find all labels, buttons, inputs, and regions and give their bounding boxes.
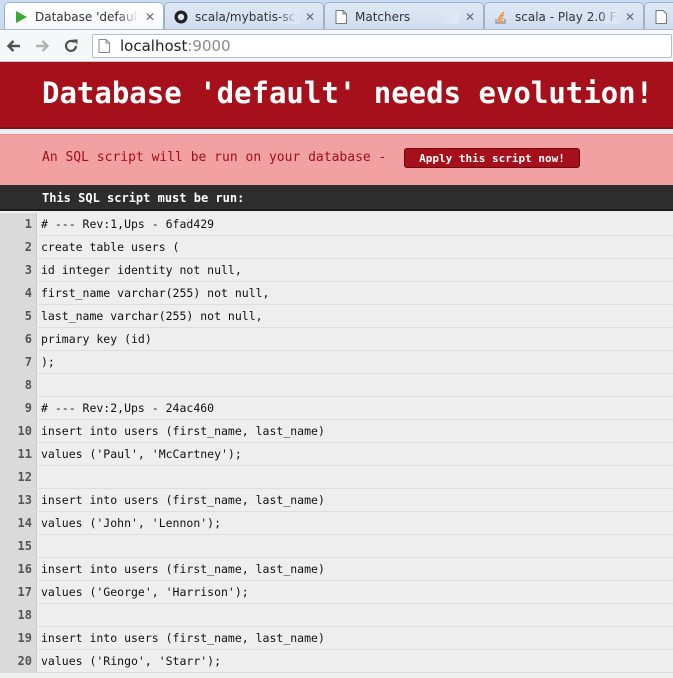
- page-icon: [653, 9, 669, 25]
- code-text: values ('Paul', 'McCartney');: [37, 443, 673, 465]
- code-text: primary key (id): [37, 328, 673, 350]
- reload-button[interactable]: [61, 36, 81, 56]
- line-number: 2: [0, 236, 37, 258]
- tab-stackoverflow[interactable]: scala - Play 2.0 Fake ✕: [484, 2, 644, 29]
- code-text: [37, 535, 673, 557]
- code-text: values ('John', 'Lennon');: [37, 512, 673, 534]
- code-text: insert into users (first_name, last_name…: [37, 558, 673, 580]
- browser-toolbar: localhost:9000: [0, 30, 673, 62]
- code-line: 7);: [0, 351, 673, 374]
- tab-mybatis-scala[interactable]: scala/mybatis-scala ✕: [164, 2, 324, 29]
- code-text: insert into users (first_name, last_name…: [37, 420, 673, 442]
- code-text: [37, 374, 673, 396]
- code-line: 4 first_name varchar(255) not null,: [0, 282, 673, 305]
- address-bar[interactable]: localhost:9000: [92, 34, 672, 58]
- code-line: 13 insert into users (first_name, last_na…: [0, 489, 673, 512]
- code-line: 6 primary key (id): [0, 328, 673, 351]
- back-button[interactable]: [4, 36, 24, 56]
- code-line: 19 insert into users (first_name, last_na…: [0, 627, 673, 650]
- code-line: 3 id integer identity not null,: [0, 259, 673, 282]
- tab-title: scala/mybatis-scala: [195, 9, 299, 24]
- code-line: 12: [0, 466, 673, 489]
- code-text: values ('Ringo', 'Starr');: [37, 650, 673, 672]
- line-number: 11: [0, 443, 37, 465]
- url-port: :9000: [187, 37, 231, 55]
- close-icon[interactable]: ✕: [623, 10, 637, 24]
- code-text: last_name varchar(255) not null,: [37, 305, 673, 327]
- stackoverflow-icon: [493, 9, 509, 25]
- line-number: 5: [0, 305, 37, 327]
- reload-icon: [64, 39, 78, 52]
- apply-message: An SQL script will be run on your databa…: [42, 150, 387, 165]
- line-number: 6: [0, 328, 37, 350]
- line-number: 10: [0, 420, 37, 442]
- code-text: first_name varchar(255) not null,: [37, 282, 673, 304]
- line-number: 13: [0, 489, 37, 511]
- arrow-left-icon: [6, 40, 20, 52]
- code-line: 10 insert into users (first_name, last_na…: [0, 420, 673, 443]
- line-number: 12: [0, 466, 37, 488]
- code-text: create table users (: [37, 236, 673, 258]
- code-line: 16 insert into users (first_name, last_na…: [0, 558, 673, 581]
- line-number: 8: [0, 374, 37, 396]
- line-number: 9: [0, 397, 37, 419]
- code-text: insert into users (first_name, last_name…: [37, 489, 673, 511]
- sql-script: 1 # --- Rev:1,Ups - 6fad429 2 create table …: [0, 213, 673, 673]
- script-header-label: This SQL script must be run:: [42, 191, 245, 205]
- tab-title: scala - Play 2.0 Fake: [515, 9, 619, 24]
- line-number: 20: [0, 650, 37, 672]
- line-number: 16: [0, 558, 37, 580]
- arrow-right-icon: [36, 40, 50, 52]
- line-number: 19: [0, 627, 37, 649]
- code-line: 8: [0, 374, 673, 397]
- line-number: 3: [0, 259, 37, 281]
- tab-database-evolution[interactable]: Database 'default' n ✕: [4, 2, 164, 29]
- code-line: 15: [0, 535, 673, 558]
- page-icon: [98, 38, 114, 54]
- page-icon: [333, 9, 349, 25]
- code-line: 18: [0, 604, 673, 627]
- code-line: 9 # --- Rev:2,Ups - 24ac460: [0, 397, 673, 420]
- apply-script-button[interactable]: Apply this script now!: [404, 148, 580, 168]
- tab-matchers[interactable]: Matchers ✕: [324, 2, 484, 29]
- code-text: id integer identity not null,: [37, 259, 673, 281]
- tab-title: Database 'default' n: [35, 9, 139, 24]
- script-header: This SQL script must be run:: [0, 185, 673, 211]
- apply-bar: An SQL script will be run on your databa…: [0, 134, 673, 185]
- tab-partial[interactable]: W: [644, 2, 673, 29]
- code-text: [37, 466, 673, 488]
- page-title: Database 'default' needs evolution!: [42, 76, 654, 110]
- github-icon: [173, 9, 189, 25]
- code-line: 20 values ('Ringo', 'Starr');: [0, 650, 673, 673]
- code-line: 5 last_name varchar(255) not null,: [0, 305, 673, 328]
- play-icon: [13, 9, 29, 25]
- code-text: insert into users (first_name, last_name…: [37, 627, 673, 649]
- line-number: 17: [0, 581, 37, 603]
- forward-button[interactable]: [32, 36, 52, 56]
- code-line: 2 create table users (: [0, 236, 673, 259]
- tab-strip: Database 'default' n ✕ scala/mybatis-sca…: [0, 0, 673, 30]
- line-number: 15: [0, 535, 37, 557]
- code-text: # --- Rev:1,Ups - 6fad429: [37, 213, 673, 235]
- line-number: 4: [0, 282, 37, 304]
- line-number: 7: [0, 351, 37, 373]
- code-line: 11 values ('Paul', 'McCartney');: [0, 443, 673, 466]
- code-line: 17 values ('George', 'Harrison');: [0, 581, 673, 604]
- close-icon[interactable]: ✕: [143, 10, 157, 24]
- code-text: # --- Rev:2,Ups - 24ac460: [37, 397, 673, 419]
- code-line: 1 # --- Rev:1,Ups - 6fad429: [0, 213, 673, 236]
- code-text: [37, 604, 673, 626]
- close-icon[interactable]: ✕: [303, 10, 317, 24]
- page-content: Database 'default' needs evolution! An S…: [0, 62, 673, 678]
- line-number: 1: [0, 213, 37, 235]
- close-icon[interactable]: ✕: [463, 10, 477, 24]
- url-host: localhost: [120, 37, 188, 55]
- line-number: 14: [0, 512, 37, 534]
- code-text: values ('George', 'Harrison');: [37, 581, 673, 603]
- code-line: 14 values ('John', 'Lennon');: [0, 512, 673, 535]
- evolution-header: Database 'default' needs evolution!: [0, 62, 673, 129]
- code-text: );: [37, 351, 673, 373]
- tab-title: Matchers: [355, 9, 459, 24]
- line-number: 18: [0, 604, 37, 626]
